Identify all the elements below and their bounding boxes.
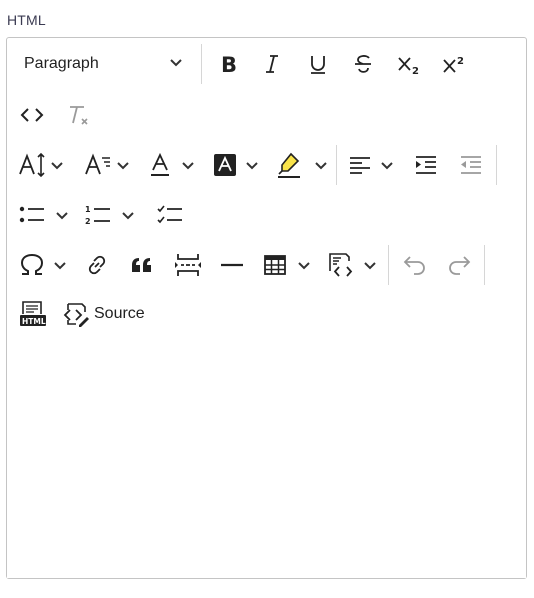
code-block-icon	[329, 253, 353, 277]
bold-button[interactable]: B	[213, 48, 245, 80]
code-block-dropdown[interactable]	[327, 249, 377, 281]
page-break-button[interactable]	[172, 249, 204, 281]
editor-content-area[interactable]	[7, 342, 526, 578]
chevron-down-icon	[51, 162, 63, 170]
chevron-down-icon	[315, 162, 327, 170]
toolbar-separator	[496, 145, 497, 185]
indent-icon	[416, 156, 436, 174]
editor-toolbar: Paragraph B 2 2 1 2 HTML Source	[7, 38, 526, 343]
html-embed-button[interactable]: HTML	[17, 298, 49, 330]
quote-icon	[132, 258, 151, 272]
superscript-icon: 2	[443, 56, 464, 73]
horizontal-line-icon	[221, 263, 243, 267]
bold-icon: B	[221, 53, 237, 75]
font-family-icon	[85, 153, 110, 175]
source-code-icon	[63, 303, 89, 327]
numbered-list-icon: 12	[85, 205, 110, 226]
italic-button[interactable]	[256, 48, 288, 80]
background-color-dropdown[interactable]	[213, 149, 259, 181]
table-icon	[264, 255, 286, 275]
svg-text:2: 2	[457, 56, 464, 67]
highlight-dropdown[interactable]	[276, 149, 328, 181]
svg-text:B: B	[221, 53, 237, 75]
svg-text:2: 2	[85, 217, 91, 226]
code-button[interactable]	[16, 99, 48, 131]
source-button-label: Source	[94, 305, 145, 322]
undo-icon	[403, 256, 425, 275]
outdent-button[interactable]	[455, 149, 487, 181]
font-family-dropdown[interactable]	[84, 149, 130, 181]
field-label: HTML	[7, 12, 46, 28]
page-break-icon	[175, 254, 201, 276]
chevron-down-icon	[169, 55, 183, 74]
chevron-down-icon	[182, 162, 194, 170]
svg-text:2: 2	[412, 66, 419, 76]
bulleted-list-icon	[19, 206, 44, 223]
toolbar-separator	[201, 44, 202, 84]
block-quote-button[interactable]	[126, 249, 158, 281]
todo-list-button[interactable]	[154, 199, 186, 231]
todo-list-icon	[157, 205, 182, 224]
undo-button[interactable]	[399, 249, 431, 281]
subscript-button[interactable]: 2	[393, 48, 425, 80]
toolbar-separator	[336, 145, 337, 185]
remove-format-button[interactable]	[62, 99, 94, 131]
superscript-button[interactable]: 2	[438, 48, 470, 80]
special-characters-dropdown[interactable]	[19, 249, 67, 281]
insert-table-dropdown[interactable]	[263, 249, 311, 281]
underline-button[interactable]	[302, 48, 334, 80]
redo-button[interactable]	[443, 249, 475, 281]
font-background-color-icon	[214, 154, 236, 176]
numbered-list-dropdown[interactable]: 12	[85, 199, 135, 231]
chevron-down-icon	[381, 162, 393, 170]
alignment-dropdown[interactable]	[348, 149, 394, 181]
chevron-down-icon	[122, 212, 134, 220]
link-icon	[88, 255, 106, 275]
font-size-icon	[19, 152, 45, 178]
highlight-marker-icon	[278, 152, 300, 178]
horizontal-line-button[interactable]	[216, 249, 248, 281]
align-left-icon	[350, 157, 370, 174]
svg-text:HTML: HTML	[22, 317, 46, 326]
chevron-down-icon	[246, 162, 258, 170]
chevron-down-icon	[56, 212, 68, 220]
italic-icon	[266, 55, 278, 73]
code-icon	[20, 108, 44, 122]
omega-icon	[20, 253, 44, 275]
chevron-down-icon	[117, 162, 129, 170]
source-editing-button[interactable]: Source	[62, 296, 145, 332]
chevron-down-icon	[298, 262, 310, 270]
subscript-icon: 2	[398, 57, 419, 76]
font-size-dropdown[interactable]	[18, 149, 64, 181]
svg-text:1: 1	[85, 205, 91, 214]
redo-icon	[449, 256, 471, 275]
heading-dropdown-value: Paragraph	[24, 55, 99, 72]
underline-icon	[311, 56, 325, 74]
indent-button[interactable]	[410, 149, 442, 181]
chevron-down-icon	[364, 262, 376, 270]
link-button[interactable]	[81, 249, 113, 281]
toolbar-separator	[388, 245, 389, 285]
html-embed-icon: HTML	[20, 301, 46, 326]
heading-dropdown[interactable]: Paragraph	[17, 46, 187, 82]
bulleted-list-dropdown[interactable]	[19, 199, 69, 231]
toolbar-separator	[484, 245, 485, 285]
font-color-dropdown[interactable]	[149, 149, 195, 181]
remove-format-icon	[70, 106, 88, 125]
strikethrough-button[interactable]	[347, 48, 379, 80]
outdent-icon	[461, 156, 481, 174]
rich-text-editor: Paragraph B 2 2 1 2 HTML Source	[6, 37, 527, 579]
strikethrough-icon	[355, 55, 371, 73]
chevron-down-icon	[54, 262, 66, 270]
font-color-icon	[151, 152, 169, 176]
